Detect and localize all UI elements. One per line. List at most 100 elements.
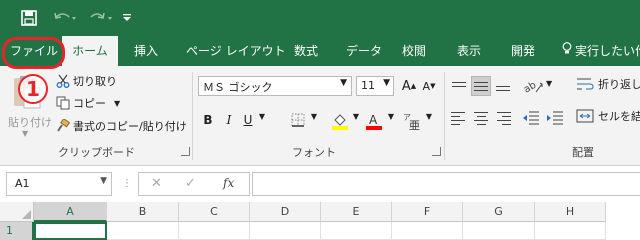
increase-font-button[interactable]: A ▲ <box>400 76 418 96</box>
svg-text:ab: ab <box>522 80 538 96</box>
align-bottom-icon[interactable] <box>493 76 513 96</box>
formula-buttons: ✕ ✓ fx <box>138 172 250 196</box>
clipboard-group-label: クリップボード <box>58 146 135 159</box>
cut-button[interactable]: 切り取り <box>56 73 117 89</box>
copy-dropdown-icon[interactable]: ▼ <box>114 99 120 108</box>
copy-button[interactable]: コピー ▼ <box>56 95 120 111</box>
borders-icon[interactable] <box>290 111 306 129</box>
cancel-icon[interactable]: ✕ <box>151 176 162 191</box>
caret-up-icon: ▲ <box>410 82 417 90</box>
align-left-icon[interactable] <box>449 108 469 128</box>
merge-cells-icon <box>576 109 594 123</box>
tab-formulas[interactable]: 数式 <box>294 36 318 66</box>
caret-down-icon: ▼ <box>430 82 436 90</box>
tab-data[interactable]: データ <box>346 36 382 66</box>
scissors-icon <box>56 74 70 88</box>
cell[interactable] <box>250 222 321 240</box>
column-header-f[interactable]: F <box>392 202 463 222</box>
column-header-c[interactable]: C <box>179 202 250 222</box>
fill-color-icon[interactable] <box>330 110 350 132</box>
align-top-icon[interactable] <box>449 76 469 96</box>
undo-icon[interactable] <box>50 8 80 28</box>
copy-icon <box>56 96 70 110</box>
tab-page-layout[interactable]: ページ レイアウト <box>186 36 286 66</box>
decrease-font-label: A <box>422 79 431 93</box>
merge-center-button[interactable]: セルを結 <box>576 108 640 124</box>
ribbon-home: 貼り付け ▼ 切り取り コピー ▼ 書式のコピー/貼り付け クリップボード ＭＳ… <box>0 66 640 166</box>
cell[interactable] <box>107 222 179 240</box>
cell[interactable] <box>321 222 392 240</box>
name-box[interactable]: A1 ▼ <box>6 172 112 196</box>
tab-developer[interactable]: 開発 <box>511 36 535 66</box>
column-header-a[interactable]: A <box>34 202 107 222</box>
column-header-h[interactable]: H <box>535 202 606 222</box>
increase-indent-icon[interactable] <box>545 108 565 128</box>
paste-dropdown-icon[interactable]: ▼ <box>22 129 28 138</box>
bold-button[interactable]: B <box>200 110 216 130</box>
merge-center-label: セルを結 <box>598 110 640 123</box>
font-size-select[interactable]: 11 ▼ <box>356 76 394 96</box>
clipboard-launcher-icon[interactable] <box>181 147 190 156</box>
align-middle-icon[interactable] <box>471 76 491 96</box>
column-header-e[interactable]: E <box>321 202 392 222</box>
fill-color-dropdown-icon[interactable]: ▼ <box>351 112 361 121</box>
tab-view[interactable]: 表示 <box>457 36 481 66</box>
row-header[interactable]: 1 <box>0 222 34 240</box>
decrease-indent-icon[interactable] <box>521 108 541 128</box>
font-name-select[interactable]: ＭＳ ゴシック ▼ <box>198 76 352 96</box>
redo-icon[interactable] <box>86 8 116 28</box>
font-color-dropdown-icon[interactable]: ▼ <box>386 112 396 121</box>
font-size-value: 11 <box>361 79 375 92</box>
tab-review[interactable]: 校閲 <box>402 36 426 66</box>
customize-dropdown-icon[interactable] <box>120 8 134 28</box>
select-all-button[interactable] <box>0 202 34 222</box>
font-color-icon[interactable]: A <box>364 110 384 132</box>
format-painter-button[interactable]: 書式のコピー/貼り付け <box>56 118 187 134</box>
format-painter-icon <box>56 119 70 133</box>
cell[interactable] <box>392 222 463 240</box>
text-orientation-icon[interactable]: ab <box>522 76 544 96</box>
align-center-icon[interactable] <box>471 108 491 128</box>
alignment-group-label: 配置 <box>572 146 594 159</box>
step-number-badge: 1 <box>18 74 48 104</box>
save-icon[interactable] <box>18 8 40 28</box>
align-right-icon[interactable] <box>493 108 513 128</box>
phonetic-guide-icon[interactable]: ア亜 <box>400 110 422 132</box>
decrease-font-button[interactable]: A ▼ <box>420 76 438 96</box>
tell-me-search[interactable]: 実行したい作 <box>562 36 640 66</box>
wrap-text-label: 折り返し <box>598 78 640 91</box>
cell[interactable] <box>179 222 250 240</box>
chevron-down-icon: ▼ <box>100 176 107 186</box>
enter-icon[interactable]: ✓ <box>185 176 196 191</box>
borders-dropdown-icon[interactable]: ▼ <box>309 112 319 121</box>
cell[interactable] <box>463 222 535 240</box>
underline-dropdown-icon[interactable]: ▼ <box>257 112 267 121</box>
column-header-d[interactable]: D <box>250 202 321 222</box>
font-launcher-icon[interactable] <box>432 147 441 156</box>
group-divider <box>192 72 193 160</box>
cut-label: 切り取り <box>73 75 117 88</box>
chevron-down-icon: ▼ <box>340 78 347 88</box>
active-cell[interactable] <box>34 222 107 240</box>
formula-input[interactable] <box>252 172 640 196</box>
copy-label: コピー <box>73 97 106 110</box>
column-header-g[interactable]: G <box>463 202 535 222</box>
italic-button[interactable]: I <box>221 110 237 130</box>
paste-label[interactable]: 貼り付け <box>8 114 52 130</box>
worksheet-grid: 1 ABCDEFGH <box>0 202 640 240</box>
cell[interactable] <box>535 222 606 240</box>
column-header-b[interactable]: B <box>107 202 179 222</box>
insert-function-icon[interactable]: fx <box>223 176 234 190</box>
format-painter-label: 書式のコピー/貼り付け <box>73 120 187 133</box>
orientation-dropdown-icon[interactable]: ▼ <box>546 79 552 88</box>
tab-home[interactable]: ホーム <box>62 36 118 66</box>
select-all-triangle-icon <box>22 210 31 219</box>
formula-bar: A1 ▼ ⋮ ✕ ✓ fx <box>0 166 640 202</box>
phonetic-dropdown-icon[interactable]: ▼ <box>424 112 434 121</box>
svg-text:亜: 亜 <box>409 119 420 130</box>
lightbulb-icon <box>562 36 572 66</box>
underline-button[interactable]: U <box>240 110 256 130</box>
wrap-text-button[interactable]: 折り返し <box>576 76 640 92</box>
tab-insert[interactable]: 挿入 <box>134 36 158 66</box>
formula-bar-grip-icon[interactable]: ⋮ <box>122 178 132 189</box>
